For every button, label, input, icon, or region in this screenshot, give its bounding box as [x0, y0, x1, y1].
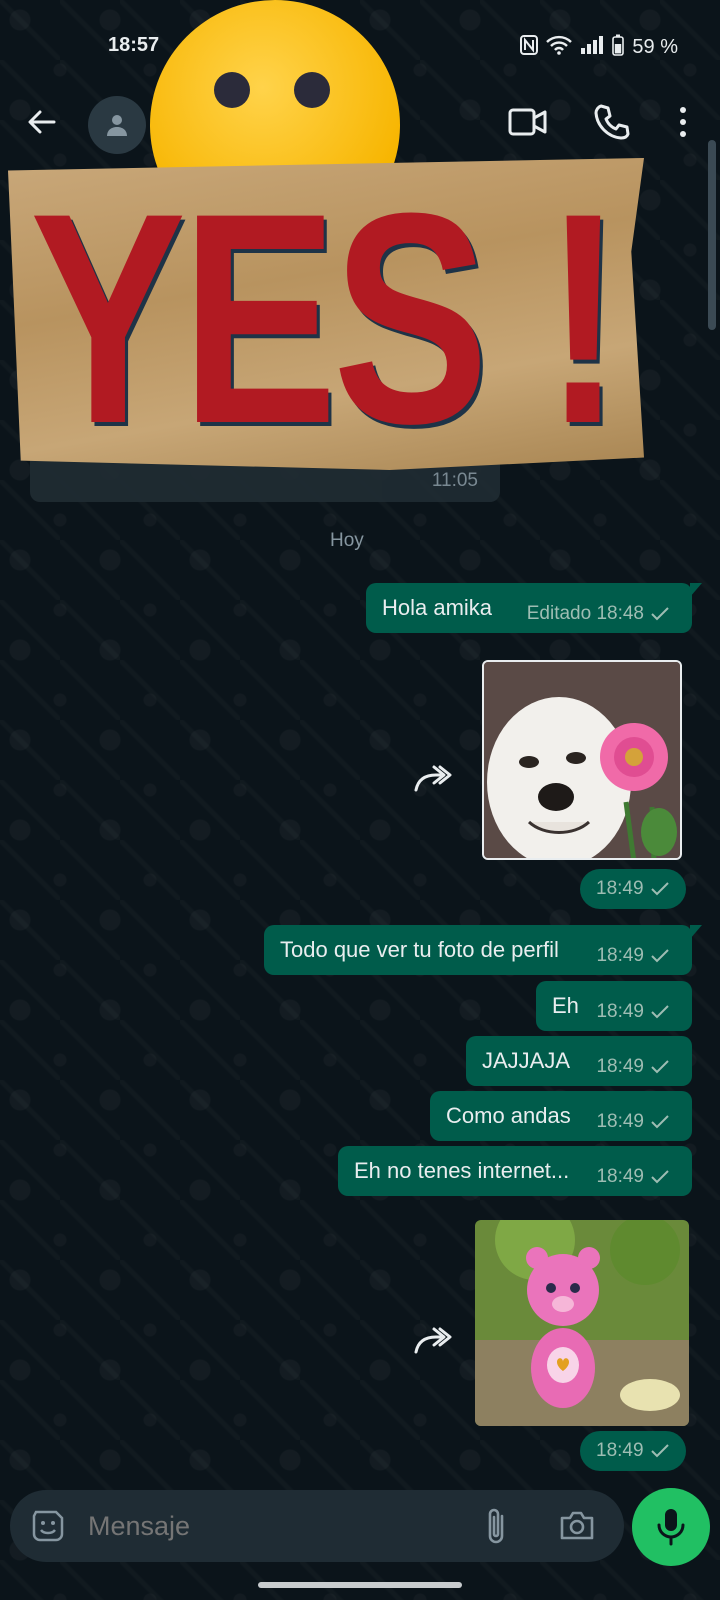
smiley-eye [294, 72, 330, 108]
message-time: 18:49 [596, 878, 644, 899]
message-text: Hola amika [382, 595, 493, 620]
back-arrow-icon[interactable] [22, 102, 62, 142]
signal-icon [580, 35, 604, 60]
message-meta: 18:49 [596, 1111, 670, 1133]
message-time: 18:49 [596, 1056, 644, 1077]
message-time: 18:49 [596, 1111, 644, 1132]
sticker-time: 18:49 [580, 1431, 686, 1471]
message-text: JAJJAJA [482, 1048, 571, 1073]
dog-with-flower-image [484, 662, 680, 858]
message-meta: 18:49 [596, 1166, 670, 1188]
message-time: 18:49 [596, 945, 644, 966]
outgoing-message[interactable]: JAJJAJA 18:49 [466, 1036, 692, 1086]
sent-check-icon [651, 1005, 669, 1019]
wifi-icon [546, 35, 573, 60]
status-time: 18:57 [108, 34, 160, 56]
message-time: 18:49 [596, 1001, 644, 1022]
gesture-navigation-bar[interactable] [258, 1582, 462, 1588]
outgoing-message[interactable]: Como andas 18:49 [430, 1091, 692, 1141]
message-meta: 18:49 [596, 1056, 670, 1078]
nfc-icon [520, 35, 539, 60]
video-call-icon[interactable] [508, 104, 548, 140]
outgoing-message[interactable]: Eh 18:49 [536, 981, 692, 1031]
yes-sticker-text: YES ! [30, 150, 622, 486]
outgoing-message[interactable]: Hola amika Editado 18:48 [366, 583, 702, 633]
attach-icon[interactable] [480, 1506, 514, 1546]
voice-message-button[interactable] [632, 1488, 710, 1566]
message-text: Como andas [446, 1103, 571, 1128]
message-time: 18:49 [596, 1166, 644, 1187]
contact-avatar[interactable] [88, 96, 146, 154]
message-text: Eh no tenes internet... [354, 1158, 570, 1183]
sent-check-icon [651, 607, 669, 621]
sticker-time: 18:49 [580, 869, 686, 909]
message-time: Editado 18:48 [526, 603, 644, 624]
message-text: Eh [552, 993, 579, 1018]
message-composer [10, 1490, 624, 1562]
person-icon [107, 115, 127, 136]
message-meta: Editado 18:48 [527, 603, 670, 625]
message-time: 18:49 [596, 1440, 644, 1461]
camera-icon[interactable] [558, 1508, 596, 1544]
voice-call-icon[interactable] [592, 102, 632, 142]
outgoing-message[interactable]: Eh no tenes internet... 18:49 [338, 1146, 692, 1196]
battery-icon [612, 34, 625, 61]
smiley-eye [214, 72, 250, 108]
pink-bear-image [475, 1220, 689, 1426]
sent-check-icon [651, 1060, 669, 1074]
dog-sticker[interactable] [482, 660, 682, 860]
message-input[interactable] [88, 1508, 468, 1544]
sent-check-icon [650, 882, 669, 896]
forward-icon[interactable] [412, 762, 452, 794]
sent-check-icon [651, 949, 669, 963]
sent-check-icon [651, 1170, 669, 1184]
sticker-emoji-icon[interactable] [30, 1508, 66, 1544]
outgoing-message[interactable]: Todo que ver tu foto de perfil 18:49 [264, 925, 702, 975]
microphone-icon [657, 1509, 685, 1546]
sent-check-icon [650, 1444, 669, 1458]
sent-check-icon [651, 1115, 669, 1129]
forward-icon[interactable] [412, 1324, 452, 1356]
date-separator: Hoy [330, 530, 364, 551]
message-meta: 18:49 [596, 945, 670, 967]
battery-percent: 59 % [632, 36, 678, 58]
message-text: Todo que ver tu foto de perfil [280, 937, 559, 962]
message-meta: 18:49 [596, 1001, 670, 1023]
more-options-icon[interactable] [668, 102, 698, 142]
status-icons: 59 % [520, 34, 678, 61]
bear-sticker[interactable] [475, 1220, 689, 1426]
scrollbar[interactable] [708, 140, 716, 330]
